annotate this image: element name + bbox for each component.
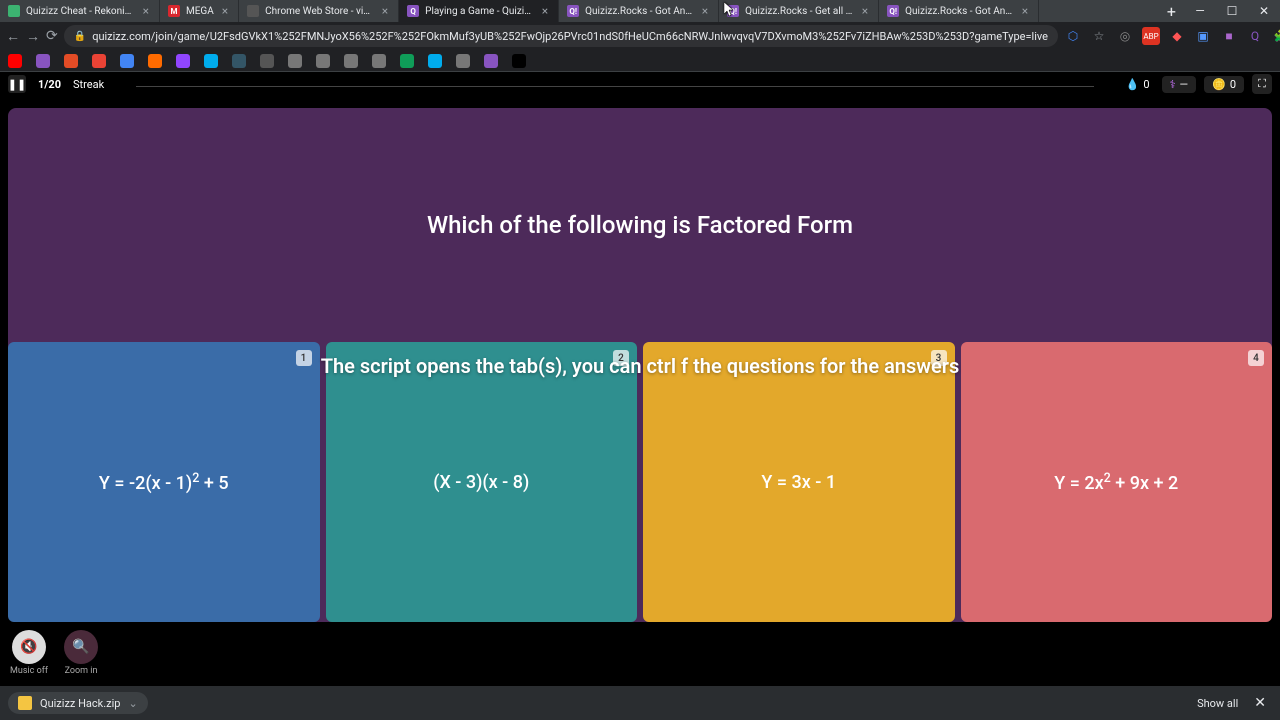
bookmark-item[interactable] <box>176 54 190 68</box>
coins-pill: 🪙0 <box>1204 76 1244 93</box>
bookmark-item[interactable] <box>456 54 470 68</box>
forward-button[interactable]: → <box>26 25 40 47</box>
browser-tab[interactable]: Chrome Web Store - violetmonk× <box>239 0 399 22</box>
chevron-down-icon[interactable]: ⌄ <box>128 697 137 710</box>
abp-icon[interactable]: ABP <box>1142 27 1160 45</box>
fullscreen-button[interactable]: ⛶ <box>1252 74 1272 94</box>
progress-counter: 1/20 <box>38 78 61 91</box>
browser-tab[interactable]: Q!Quizizz.Rocks - Got Answers :)× <box>559 0 719 22</box>
browser-tabs: Quizizz Cheat - Rekonise×MMEGA×Chrome We… <box>0 0 1159 22</box>
close-downloads-bar[interactable]: ✕ <box>1248 695 1272 711</box>
bookmark-item[interactable] <box>64 54 78 68</box>
close-tab-icon[interactable]: × <box>1020 4 1030 18</box>
question-text: Which of the following is Factored Form <box>8 108 1272 342</box>
back-button[interactable]: ← <box>6 25 20 47</box>
zoom-icon: 🔍 <box>72 639 89 655</box>
music-off-icon: 🔇 <box>20 639 37 655</box>
bookmarks-bar <box>0 50 1280 72</box>
close-tab-icon[interactable]: × <box>540 4 550 18</box>
browser-tab[interactable]: Q!Quizizz.Rocks - Got Answers :)× <box>879 0 1039 22</box>
window-titlebar: Quizizz Cheat - Rekonise×MMEGA×Chrome We… <box>0 0 1280 22</box>
bookmark-item[interactable] <box>260 54 274 68</box>
music-toggle[interactable]: 🔇 Music off <box>10 630 48 676</box>
bookmark-item[interactable] <box>36 54 50 68</box>
star-icon[interactable]: ☆ <box>1090 27 1108 45</box>
bookmark-item[interactable] <box>484 54 498 68</box>
bookmark-item[interactable] <box>400 54 414 68</box>
browser-tab[interactable]: MMEGA× <box>160 0 239 22</box>
bookmark-item[interactable] <box>92 54 106 68</box>
powerup-pill[interactable]: ⚕— <box>1162 76 1197 93</box>
bookmark-item[interactable] <box>512 54 526 68</box>
streak-label: Streak <box>73 78 104 91</box>
bookmark-item[interactable] <box>148 54 162 68</box>
window-controls: — ☐ ✕ <box>1184 0 1280 22</box>
ext5-icon[interactable]: Q <box>1246 27 1264 45</box>
window-close[interactable]: ✕ <box>1248 0 1280 22</box>
close-tab-icon[interactable]: × <box>860 4 870 18</box>
bookmark-item[interactable] <box>204 54 218 68</box>
toolbar-icons: ⬡ ☆ ◎ ABP ◆ ▣ ■ Q 🧩 ▦ 📄 ⋮ <box>1064 27 1280 45</box>
pause-button[interactable]: ❚❚ <box>8 75 26 93</box>
close-tab-icon[interactable]: × <box>220 4 230 18</box>
downloads-bar: Quizizz Hack.zip ⌄ Show all ✕ <box>0 686 1280 720</box>
game-header: ❚❚ 1/20 Streak 💧0 ⚕— 🪙0 ⛶ <box>0 72 1280 96</box>
bookmark-item[interactable] <box>232 54 246 68</box>
download-item[interactable]: Quizizz Hack.zip ⌄ <box>8 692 148 714</box>
lock-icon: 🔒 <box>74 31 86 42</box>
ext3-icon[interactable]: ▣ <box>1194 27 1212 45</box>
answer-option-2[interactable]: 2(X - 3)(x - 8) <box>326 342 638 622</box>
bookmark-item[interactable] <box>8 54 22 68</box>
zoom-button[interactable]: 🔍 Zoom in <box>64 630 98 676</box>
close-tab-icon[interactable]: × <box>700 4 710 18</box>
bookmark-item[interactable] <box>120 54 134 68</box>
close-tab-icon[interactable]: × <box>380 4 390 18</box>
url-text: quizizz.com/join/game/U2FsdGVkX1%252FMNJ… <box>92 30 1048 43</box>
window-minimize[interactable]: — <box>1184 0 1216 22</box>
browser-navbar: ← → ⟳ 🔒 quizizz.com/join/game/U2FsdGVkX1… <box>0 22 1280 50</box>
bookmark-item[interactable] <box>344 54 358 68</box>
browser-tab[interactable]: Quizizz Cheat - Rekonise× <box>0 0 160 22</box>
ext1-icon[interactable]: ◎ <box>1116 27 1134 45</box>
bookmark-item[interactable] <box>288 54 302 68</box>
new-tab-button[interactable]: + <box>1159 0 1184 22</box>
answer-option-4[interactable]: 4Y = 2x2 + 9x + 2 <box>961 342 1273 622</box>
extensions-icon[interactable]: 🧩 <box>1272 27 1280 45</box>
browser-tab[interactable]: Q!Quizizz.Rocks - Get all the answe× <box>719 0 879 22</box>
zip-icon <box>18 696 32 710</box>
close-tab-icon[interactable]: × <box>141 4 151 18</box>
ext4-icon[interactable]: ■ <box>1220 27 1238 45</box>
bookmark-item[interactable] <box>316 54 330 68</box>
window-maximize[interactable]: ☐ <box>1216 0 1248 22</box>
ext2-icon[interactable]: ◆ <box>1168 27 1186 45</box>
bookmark-item[interactable] <box>372 54 386 68</box>
answer-option-1[interactable]: 1Y = -2(x - 1)2 + 5 <box>8 342 320 622</box>
bookmark-item[interactable] <box>428 54 442 68</box>
show-all-downloads[interactable]: Show all <box>1197 697 1238 710</box>
download-filename: Quizizz Hack.zip <box>40 697 120 710</box>
browser-tab[interactable]: QPlaying a Game - Quizizz× <box>399 0 559 22</box>
drops-counter: 💧0 <box>1126 78 1150 91</box>
score-bar <box>136 81 1094 87</box>
url-bar[interactable]: 🔒 quizizz.com/join/game/U2FsdGVkX1%252FM… <box>64 25 1058 47</box>
bottom-controls: 🔇 Music off 🔍 Zoom in <box>10 630 98 676</box>
answer-row: 1Y = -2(x - 1)2 + 5 2(X - 3)(x - 8) 3Y =… <box>8 342 1272 622</box>
answer-option-3[interactable]: 3Y = 3x - 1 <box>643 342 955 622</box>
question-area: Which of the following is Factored Form … <box>8 108 1272 622</box>
reload-button[interactable]: ⟳ <box>46 25 58 47</box>
gtranslate-icon[interactable]: ⬡ <box>1064 27 1082 45</box>
